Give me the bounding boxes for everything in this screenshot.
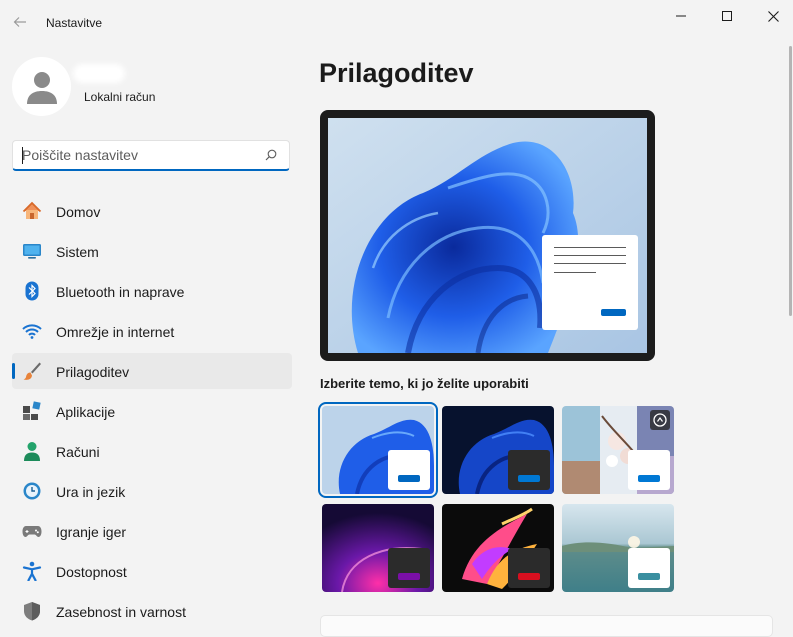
sidebar-item-personalization[interactable]: Prilagoditev — [12, 353, 292, 389]
accent-swatch — [518, 573, 540, 580]
maximize-icon — [722, 11, 732, 21]
avatar[interactable] — [12, 57, 71, 116]
accent-swatch — [398, 573, 420, 580]
sidebar-item-home[interactable]: Domov — [12, 193, 292, 229]
theme-window-swatch — [388, 548, 430, 588]
apps-icon — [23, 401, 41, 420]
theme-window-swatch — [508, 450, 550, 490]
search-box[interactable] — [12, 140, 290, 171]
account-type-label: Lokalni račun — [84, 90, 156, 104]
search-input[interactable] — [22, 147, 252, 163]
sidebar-item-label: Domov — [56, 204, 101, 220]
sidebar-item-time-language[interactable]: Ura in jezik — [12, 473, 292, 509]
minimize-icon — [676, 15, 686, 17]
sample-text-line — [554, 272, 596, 273]
account-icon — [24, 442, 40, 461]
theme-window-swatch — [628, 548, 670, 588]
sidebar-item-label: Prilagoditev — [56, 364, 130, 380]
sample-text-line — [554, 255, 626, 256]
sidebar-item-label: Dostopnost — [56, 564, 127, 580]
wifi-icon — [22, 324, 42, 339]
app-title: Nastavitve — [46, 16, 103, 30]
user-icon — [26, 71, 57, 104]
page-title: Prilagoditev — [319, 58, 474, 88]
paintbrush-icon — [23, 362, 41, 380]
sample-text-line — [554, 263, 626, 264]
theme-window-swatch — [628, 450, 670, 490]
close-button[interactable] — [750, 5, 793, 27]
accent-swatch — [518, 475, 540, 482]
title-bar: Nastavitve — [0, 0, 793, 46]
sidebar-item-network[interactable]: Omrežje in internet — [12, 313, 292, 349]
theme-windows-dark[interactable] — [442, 406, 554, 494]
sample-button — [601, 309, 626, 316]
theme-preview — [320, 110, 655, 361]
sidebar-item-label: Sistem — [56, 244, 99, 260]
minimize-button[interactable] — [658, 5, 704, 27]
theme-glow-flowers[interactable] — [562, 406, 674, 494]
back-arrow-icon[interactable] — [12, 14, 28, 30]
accent-swatch — [638, 573, 660, 580]
theme-windows-light[interactable] — [318, 402, 438, 498]
selection-indicator — [12, 363, 15, 379]
sample-window-preview — [542, 235, 638, 330]
sidebar-item-accounts[interactable]: Računi — [12, 433, 292, 469]
profile-name-redacted — [77, 68, 121, 79]
theme-window-swatch — [508, 548, 550, 588]
sidebar-item-label: Računi — [56, 444, 100, 460]
accessibility-icon — [22, 561, 42, 581]
sidebar-item-bluetooth[interactable]: Bluetooth in naprave — [12, 273, 292, 309]
accent-swatch — [398, 475, 420, 482]
gamepad-icon — [22, 526, 42, 537]
sidebar-item-label: Omrežje in internet — [56, 324, 175, 340]
system-icon — [23, 244, 41, 259]
sidebar-item-label: Bluetooth in naprave — [56, 284, 185, 300]
sidebar-item-gaming[interactable]: Igranje iger — [12, 513, 292, 549]
text-caret — [22, 147, 23, 164]
slideshow-icon — [650, 410, 670, 430]
sidebar-item-label: Zasebnost in varnost — [56, 604, 186, 620]
sidebar-item-label: Igranje iger — [56, 524, 127, 540]
theme-window-swatch — [388, 450, 430, 490]
bluetooth-icon — [25, 281, 39, 301]
home-icon — [22, 201, 42, 219]
theme-captured-motion[interactable] — [322, 504, 434, 592]
scrollbar[interactable] — [789, 46, 792, 316]
sample-text-line — [554, 247, 626, 248]
sidebar-item-label: Aplikacije — [56, 404, 116, 420]
sidebar-item-system[interactable]: Sistem — [12, 233, 292, 269]
theme-sunrise-lake[interactable] — [562, 504, 674, 592]
search-icon[interactable] — [265, 149, 277, 161]
maximize-button[interactable] — [704, 5, 750, 27]
clock-globe-icon — [23, 482, 41, 500]
sidebar-item-label: Ura in jezik — [56, 484, 126, 500]
sidebar-item-privacy[interactable]: Zasebnost in varnost — [12, 593, 292, 629]
sidebar-nav: Domov Sistem Bluetooth in naprave Omrežj… — [12, 193, 292, 633]
sidebar-item-apps[interactable]: Aplikacije — [12, 393, 292, 429]
close-icon — [767, 10, 779, 22]
accent-swatch — [638, 475, 660, 482]
theme-flow[interactable] — [442, 504, 554, 592]
shield-icon — [24, 602, 40, 621]
settings-card[interactable] — [320, 615, 773, 637]
theme-section-heading: Izberite temo, ki jo želite uporabiti — [320, 376, 529, 391]
sidebar-item-accessibility[interactable]: Dostopnost — [12, 553, 292, 589]
